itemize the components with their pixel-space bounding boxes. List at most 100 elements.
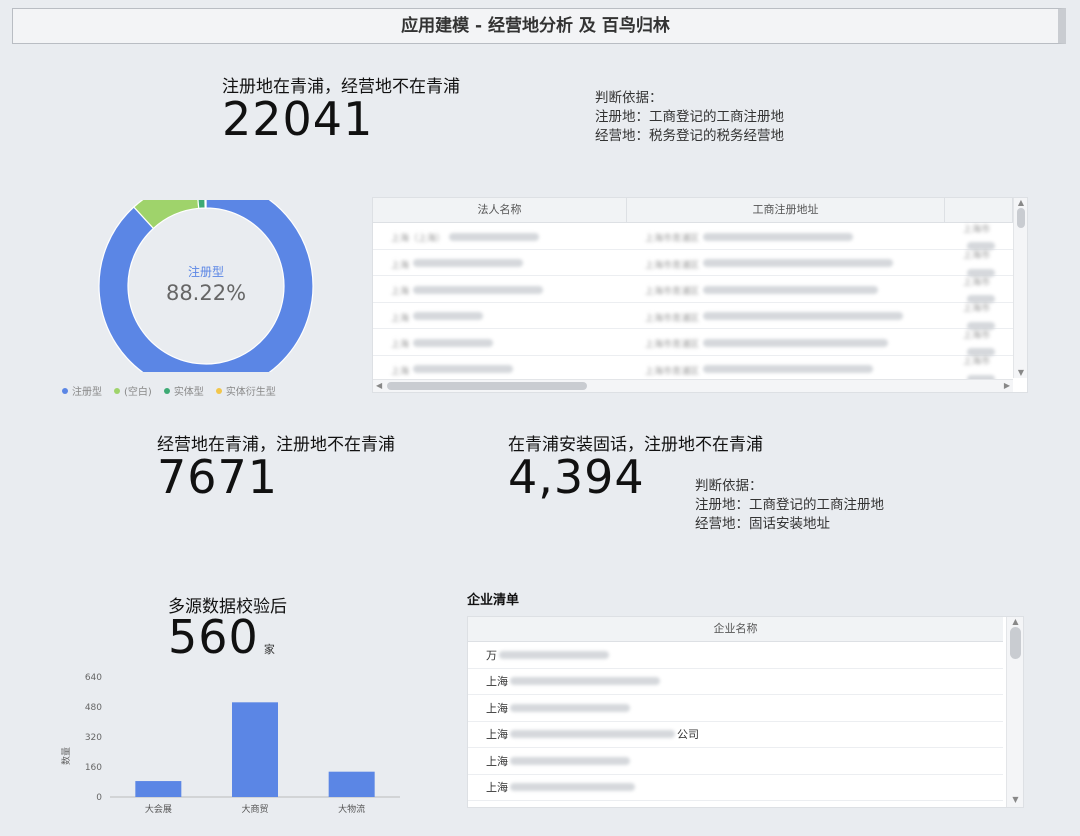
x-tick-label: 大商贸	[241, 803, 268, 815]
table-cell: 上海（上海）	[373, 226, 627, 245]
list-item[interactable]: 上海	[468, 695, 1003, 722]
basis-title: 判断依据：	[595, 90, 663, 106]
redacted-text: 上海市	[963, 224, 991, 235]
company-name-suffix: 公司	[677, 728, 699, 742]
basis-note-1: 判断依据： 注册地：工商登记的工商注册地 经营地：税务登记的税务经营地	[595, 89, 784, 146]
donut-center-label: 注册型	[188, 264, 224, 279]
scroll-right-icon[interactable]: ▶	[1004, 381, 1010, 391]
redaction-blur	[510, 730, 675, 739]
table-cell: 上海	[373, 279, 627, 298]
company-address-table: 法人名称 工商注册地址 上海（上海） 上海市青浦区 上海市 上海 上海市青浦区 上海市 上海…	[372, 197, 1028, 393]
redacted-text: 上海	[391, 313, 410, 324]
redaction-blur	[703, 285, 879, 294]
redacted-text: 上海	[391, 366, 410, 377]
donut-slice-3[interactable]	[204, 200, 207, 209]
kpi-verified: 560 家	[168, 614, 275, 660]
table-cell: 上海市青浦区	[627, 253, 945, 272]
category-bar-chart: 0 160 320 480 640 数量大会展 大商贸 大物流	[60, 673, 400, 815]
basis-note-2: 判断依据： 注册地：工商登记的工商注册地 经营地：固话安装地址	[695, 477, 884, 534]
list-item[interactable]: 上海	[468, 748, 1003, 775]
y-tick-label: 0	[96, 793, 102, 803]
x-tick-label: 大会展	[145, 803, 172, 815]
list-item[interactable]: 上海	[468, 669, 1003, 695]
redaction-blur	[510, 677, 660, 686]
table-cell: 上海市青浦区	[627, 332, 945, 351]
scrollbar-thumb[interactable]	[387, 382, 587, 390]
scroll-up-icon[interactable]: ▲	[1007, 617, 1023, 627]
kpi-verified-unit: 家	[263, 643, 275, 656]
table-row[interactable]: 上海 上海市青浦区 上海市	[373, 250, 1013, 277]
legend-dot-icon	[215, 387, 222, 394]
company-list-scrollbar[interactable]: ▲ ▼	[1006, 617, 1023, 807]
basis-line: 经营地：固话安装地址	[695, 516, 830, 532]
column-header-reg-address[interactable]: 工商注册地址	[627, 198, 945, 222]
basis-title: 判断依据：	[695, 478, 763, 494]
company-name-prefix: 上海	[486, 675, 508, 689]
table-cell: 上海市青浦区	[627, 279, 945, 298]
table-row[interactable]: 上海 上海市青浦区 上海市	[373, 303, 1013, 330]
table1-horizontal-scrollbar[interactable]: ◀ ▶	[373, 379, 1013, 392]
basis-line: 注册地：工商登记的工商注册地	[695, 497, 884, 513]
company-name-prefix: 万	[486, 648, 497, 662]
company-name-prefix: 上海	[486, 728, 508, 742]
redaction-blur	[413, 338, 494, 347]
column-header-company-name[interactable]: 企业名称	[468, 617, 1003, 641]
y-tick-label: 640	[85, 673, 102, 683]
redaction-blur	[967, 295, 995, 304]
redaction-blur	[703, 232, 854, 241]
x-tick-label: 大物流	[338, 803, 365, 815]
bar-0[interactable]	[135, 781, 182, 797]
redacted-text: 上海市青浦区	[645, 287, 700, 298]
scroll-left-icon[interactable]: ◀	[376, 381, 382, 391]
list-item[interactable]: 万	[468, 642, 1003, 669]
list-item[interactable]: 上海 公司	[468, 722, 1003, 748]
company-name-prefix: 上海	[486, 701, 508, 715]
redacted-text: 上海	[391, 340, 410, 351]
redaction-blur	[703, 338, 889, 347]
redaction-blur	[703, 365, 874, 374]
redaction-blur	[413, 312, 484, 321]
redaction-blur	[499, 650, 609, 659]
company-list-table: 企业名称 万上海 上海 上海 公司 上海 上海 ▲ ▼	[467, 616, 1024, 808]
table-cell: 上海	[373, 359, 627, 378]
table-row[interactable]: 上海 上海市青浦区 上海市	[373, 276, 1013, 304]
redacted-text: 上海市	[963, 330, 991, 341]
bar-2[interactable]	[328, 771, 375, 797]
scroll-down-icon[interactable]: ▼	[1014, 368, 1027, 378]
y-axis-label: 数量	[60, 747, 72, 765]
basis-line: 经营地：税务登记的税务经营地	[595, 128, 784, 144]
legend-dot-icon	[62, 387, 68, 394]
table-cell: 上海市青浦区	[627, 306, 945, 325]
legend-dot-icon	[163, 387, 170, 394]
legend-item[interactable]: 实体衍生型	[215, 383, 276, 398]
redaction-blur	[413, 259, 524, 268]
legend-item[interactable]: 注册型	[62, 383, 102, 398]
redacted-text: 上海市青浦区	[645, 366, 700, 377]
redaction-blur	[703, 259, 894, 268]
legend-dot-icon	[114, 387, 120, 394]
redacted-text: 上海市	[963, 277, 991, 288]
column-header-legal-name[interactable]: 法人名称	[373, 198, 627, 222]
redacted-text: 上海	[391, 287, 410, 298]
redaction-blur	[449, 232, 540, 241]
table-row[interactable]: 上海（上海） 上海市青浦区 上海市	[373, 223, 1013, 251]
scrollbar-thumb[interactable]	[1017, 208, 1025, 228]
bar-1[interactable]	[232, 702, 278, 797]
legend-label: (空白)	[124, 387, 152, 398]
legend-item[interactable]: (空白)	[114, 383, 152, 398]
table-row[interactable]: 上海 上海市青浦区 上海市	[373, 329, 1013, 357]
donut-legend: 注册型 (空白) 实体型 实体衍生型	[62, 383, 276, 398]
scroll-up-icon[interactable]: ▲	[1014, 198, 1027, 208]
table-cell: 上海市青浦区	[627, 226, 945, 245]
table-cell: 上海	[373, 306, 627, 325]
kpi-registered-value: 22041	[222, 92, 374, 146]
scroll-down-icon[interactable]: ▼	[1007, 795, 1023, 805]
scrollbar-thumb[interactable]	[1010, 627, 1021, 659]
list-item[interactable]: 上海	[468, 775, 1003, 801]
table1-vertical-scrollbar[interactable]: ▲ ▼	[1013, 198, 1027, 378]
redacted-text: 上海市青浦区	[645, 234, 700, 245]
redaction-blur	[413, 365, 514, 374]
redacted-text: 上海市青浦区	[645, 260, 700, 271]
legend-item[interactable]: 实体型	[163, 383, 204, 398]
legend-label: 实体衍生型	[225, 387, 276, 398]
